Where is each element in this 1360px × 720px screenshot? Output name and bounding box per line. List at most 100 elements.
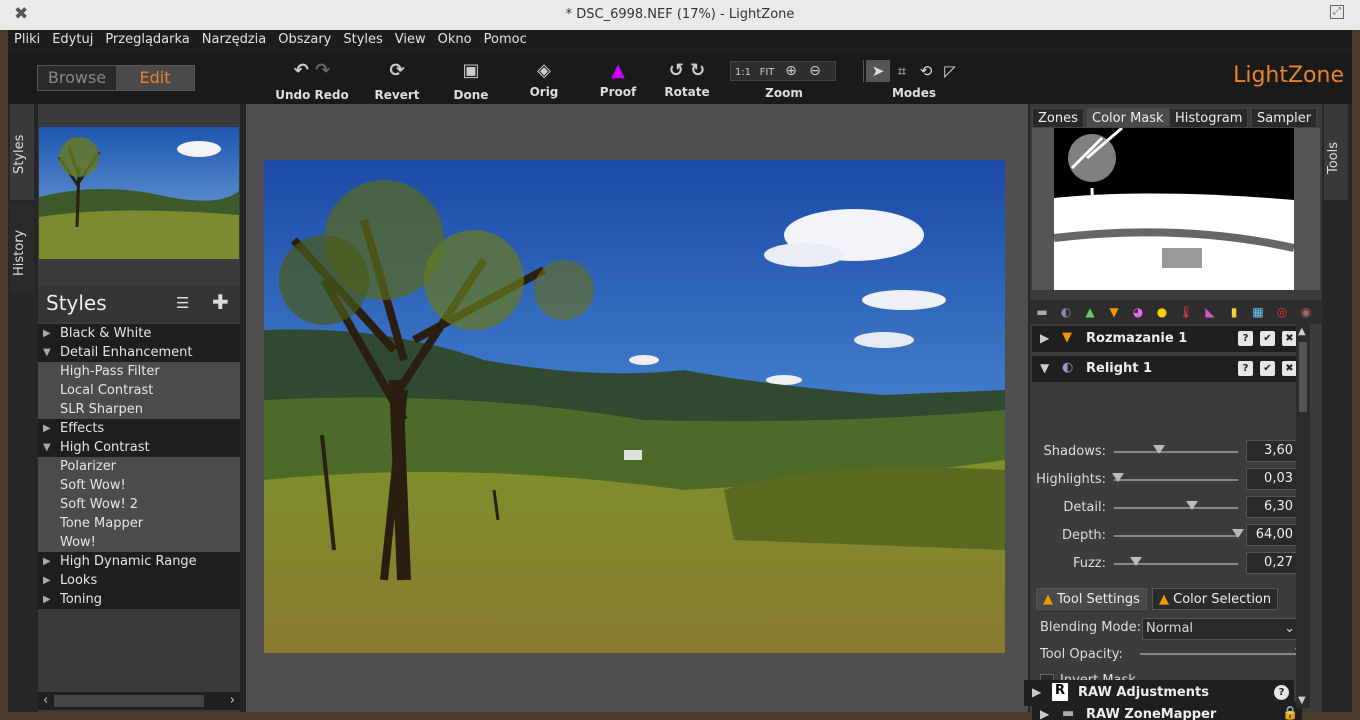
scroll-thumb[interactable] xyxy=(54,695,204,707)
tab-color-mask[interactable]: Color Mask xyxy=(1086,108,1170,128)
slider-knob[interactable] xyxy=(1130,557,1143,566)
tab-color-selection[interactable]: ▲ Color Selection xyxy=(1152,588,1279,610)
style-category[interactable]: ▶ Looks xyxy=(38,571,240,590)
region-tool-icon[interactable]: ◸ xyxy=(938,60,962,82)
style-item[interactable]: Soft Wow! xyxy=(38,476,240,495)
orig-button[interactable]: ◈ Orig xyxy=(524,60,564,99)
scroll-down-icon[interactable]: ▼ xyxy=(1298,695,1306,706)
expand-arrow-icon[interactable]: ▶ xyxy=(43,419,51,438)
expand-arrow-icon[interactable]: ▶ xyxy=(1040,707,1049,720)
tab-sampler[interactable]: Sampler xyxy=(1251,108,1318,128)
tool-rozmazanie[interactable]: ▶ ▼ Rozmazanie 1 ? ✔ ✖ xyxy=(1032,326,1302,352)
list-icon[interactable]: ☰ xyxy=(176,294,189,312)
tool-relight[interactable]: ▼ ◐ Relight 1 ? ✔ ✖ xyxy=(1032,356,1302,382)
blending-mode-select[interactable]: Normal ⌄ xyxy=(1142,618,1300,640)
slider-knob[interactable] xyxy=(1186,501,1199,510)
collapse-arrow-icon[interactable]: ▼ xyxy=(43,343,51,362)
menu-styles[interactable]: Styles xyxy=(337,30,388,49)
enable-checkbox[interactable]: ✔ xyxy=(1260,361,1275,376)
clone-tool-icon[interactable]: ◉ xyxy=(1294,300,1318,324)
slider-track[interactable] xyxy=(1114,507,1238,509)
style-category[interactable]: ▶ Effects xyxy=(38,419,240,438)
zoom-1to1-button[interactable]: 1:1 xyxy=(731,64,755,82)
help-icon[interactable]: ? xyxy=(1238,361,1253,376)
revert-button[interactable]: ⟳ Revert xyxy=(372,60,422,102)
help-icon[interactable]: ? xyxy=(1238,331,1253,346)
tab-zones[interactable]: Zones xyxy=(1032,108,1084,128)
edit-button[interactable]: Edit xyxy=(116,66,194,90)
tool-opacity-slider[interactable] xyxy=(1140,653,1300,655)
sharpen-tool-icon[interactable]: ▲ xyxy=(1078,300,1102,324)
done-button[interactable]: ▣ Done xyxy=(449,60,493,102)
tab-tool-settings[interactable]: ▲ Tool Settings xyxy=(1036,588,1147,610)
tool-raw-adjustments[interactable]: ▶ R RAW Adjustments ? xyxy=(1024,680,1294,706)
remove-icon[interactable]: ✖ xyxy=(1282,361,1297,376)
browse-button[interactable]: Browse xyxy=(38,66,116,90)
noise-tool-icon[interactable]: ▦ xyxy=(1246,300,1270,324)
zoom-fit-button[interactable]: FIT xyxy=(755,64,779,82)
slider-value-input[interactable]: 0,27 xyxy=(1246,552,1298,574)
scroll-up-icon[interactable]: ▲ xyxy=(1298,326,1306,337)
horizontal-scrollbar[interactable]: ‹ › xyxy=(38,692,240,710)
style-item[interactable]: High-Pass Filter xyxy=(38,362,240,381)
temperature-tool-icon[interactable]: 🌡 xyxy=(1174,300,1198,324)
proof-button[interactable]: ▲ Proof xyxy=(596,60,640,99)
blur-tool-icon[interactable]: ▼ xyxy=(1102,300,1126,324)
collapse-arrow-icon[interactable]: ▼ xyxy=(43,438,51,457)
menu-obszary[interactable]: Obszary xyxy=(272,30,337,49)
slider-knob[interactable] xyxy=(1111,473,1124,482)
expand-arrow-icon[interactable]: ▶ xyxy=(43,571,51,590)
scroll-left-icon[interactable]: ‹ xyxy=(43,693,48,708)
expand-arrow-icon[interactable]: ▶ xyxy=(43,324,51,343)
crop-tool-icon[interactable]: ⌗ xyxy=(890,60,914,82)
remove-icon[interactable]: ✖ xyxy=(1282,331,1297,346)
color-balance-tool-icon[interactable]: ● xyxy=(1150,300,1174,324)
enable-checkbox[interactable]: ✔ xyxy=(1260,331,1275,346)
style-item[interactable]: Local Contrast xyxy=(38,381,240,400)
menu-edytuj[interactable]: Edytuj xyxy=(46,30,99,49)
slider-track[interactable] xyxy=(1114,535,1238,537)
tools-scrollbar[interactable]: ▲ ▼ xyxy=(1296,324,1310,708)
menu-przegladarka[interactable]: Przeglądarka xyxy=(99,30,195,49)
zoom-in-icon[interactable]: ⊕ xyxy=(779,62,803,80)
expand-arrow-icon[interactable]: ▶ xyxy=(43,590,51,609)
scroll-thumb[interactable] xyxy=(1299,342,1307,412)
rotate-tool-icon[interactable]: ⟲ xyxy=(914,60,938,82)
tab-styles[interactable]: Styles xyxy=(10,104,34,200)
hue-tool-icon[interactable]: ◕ xyxy=(1126,300,1150,324)
tab-histogram[interactable]: Histogram xyxy=(1169,108,1249,128)
menu-view[interactable]: View xyxy=(389,30,432,49)
collapse-arrow-icon[interactable]: ▼ xyxy=(1040,361,1049,375)
menu-narzedzia[interactable]: Narzędzia xyxy=(196,30,273,49)
slider-value-input[interactable]: 64,00 xyxy=(1246,524,1298,546)
zonemapper-tool-icon[interactable]: ▬ xyxy=(1030,300,1054,324)
style-category[interactable]: ▼ High Contrast xyxy=(38,438,240,457)
menu-okno[interactable]: Okno xyxy=(432,30,478,49)
style-item[interactable]: Tone Mapper xyxy=(38,514,240,533)
undo-redo-button[interactable]: ↶ ↷ Undo Redo xyxy=(274,60,350,102)
add-style-icon[interactable]: ✚ xyxy=(212,290,229,314)
style-category[interactable]: ▶ Toning xyxy=(38,590,240,609)
expand-arrow-icon[interactable]: ▶ xyxy=(43,552,51,571)
style-category[interactable]: ▶ High Dynamic Range xyxy=(38,552,240,571)
zoom-out-icon[interactable]: ⊖ xyxy=(803,62,827,80)
rotate-button[interactable]: ↺ ↻ Rotate xyxy=(664,60,710,99)
slider-track[interactable] xyxy=(1114,479,1238,481)
help-icon[interactable]: ? xyxy=(1274,685,1289,700)
style-item[interactable]: Wow! xyxy=(38,533,240,552)
style-category[interactable]: ▶ Black & White xyxy=(38,324,240,343)
slider-track[interactable] xyxy=(1114,451,1238,453)
slider-value-input[interactable]: 6,30 xyxy=(1246,496,1298,518)
bw-tool-icon[interactable]: ▮ xyxy=(1222,300,1246,324)
slider-knob[interactable] xyxy=(1152,445,1165,454)
relight-tool-icon[interactable]: ◐ xyxy=(1054,300,1078,324)
slider-value-input[interactable]: 3,60 xyxy=(1246,440,1298,462)
slider-value-input[interactable]: 0,03 xyxy=(1246,468,1298,490)
maximize-icon[interactable]: ⤢ xyxy=(1330,5,1344,19)
scroll-right-icon[interactable]: › xyxy=(230,693,235,708)
arrow-tool-icon[interactable]: ➤ xyxy=(866,60,890,82)
tab-tools[interactable]: Tools xyxy=(1324,104,1348,200)
style-item[interactable]: Polarizer xyxy=(38,457,240,476)
tab-history[interactable]: History xyxy=(10,204,34,294)
expand-arrow-icon[interactable]: ▶ xyxy=(1040,331,1049,345)
